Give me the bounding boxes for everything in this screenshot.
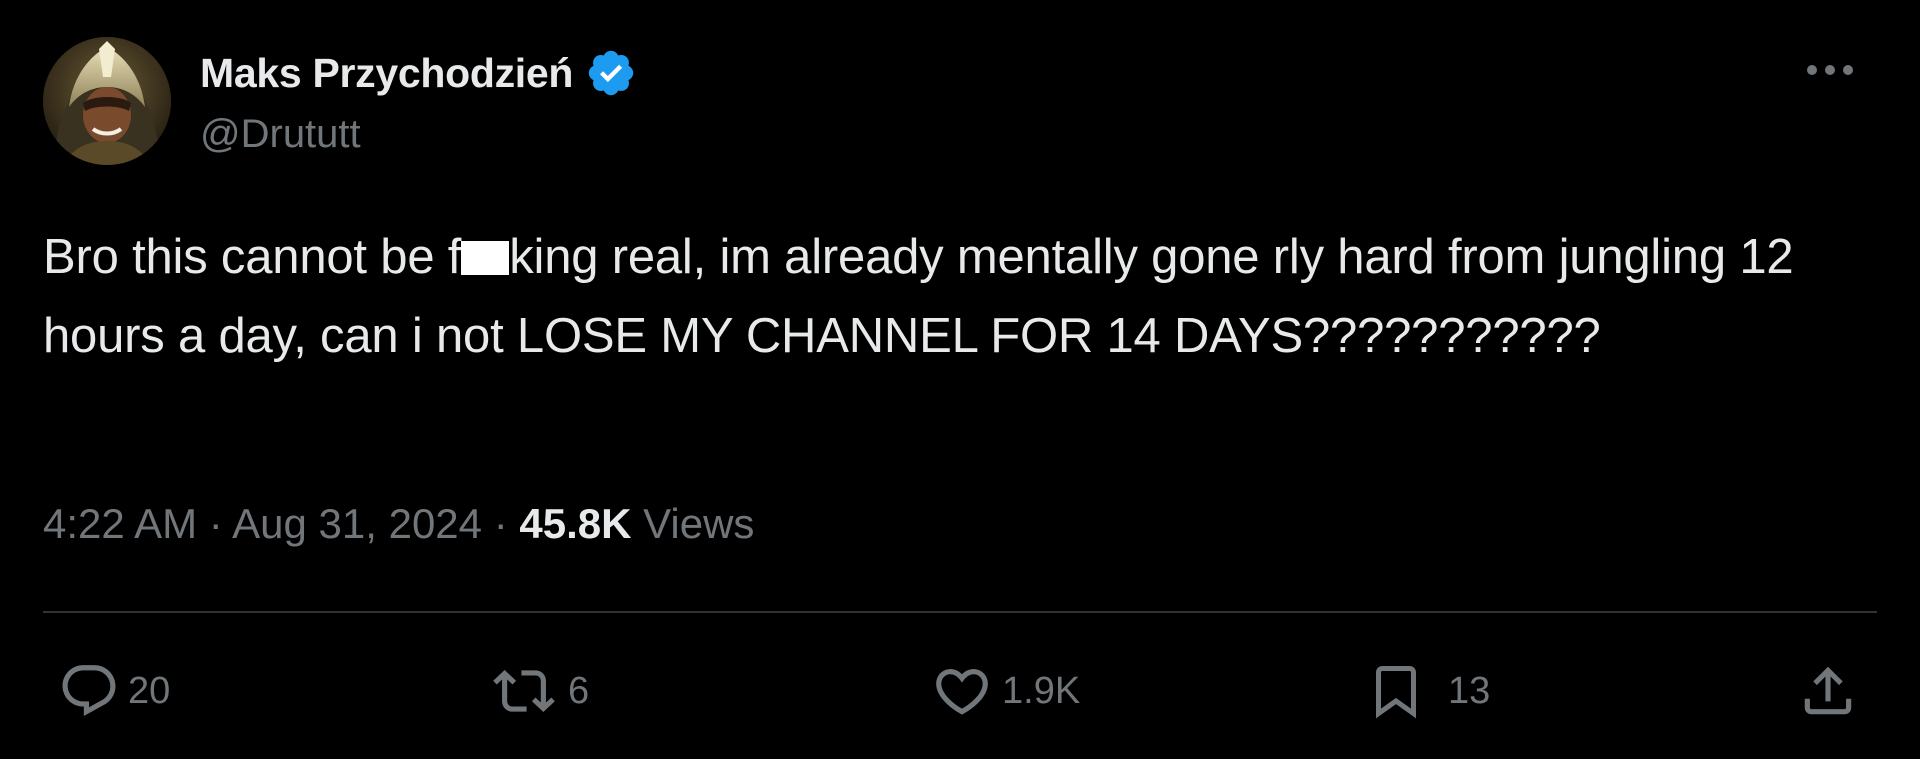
views-label: Views — [643, 500, 755, 547]
like-button[interactable]: 1.9K — [930, 660, 1080, 722]
heart-icon — [936, 669, 988, 715]
bookmark-icon — [1376, 666, 1416, 719]
author-avatar[interactable] — [43, 37, 171, 165]
tweet-meta: 4:22 AM · Aug 31, 2024 · 45.8K Views — [43, 500, 754, 548]
retweet-button[interactable]: 6 — [488, 660, 589, 722]
retweet-count: 6 — [568, 669, 590, 712]
more-options-button[interactable] — [1800, 50, 1860, 90]
reply-button[interactable]: 20 — [58, 660, 170, 722]
meta-separator: · — [493, 500, 508, 547]
avatar-image — [43, 37, 171, 165]
author-handle[interactable]: @Drututt — [200, 112, 361, 157]
retweet-icon — [493, 670, 555, 712]
divider — [43, 611, 1877, 613]
reply-icon — [62, 665, 116, 717]
redaction-block — [461, 241, 510, 275]
tweet-text: Bro this cannot be f king real, im alread… — [43, 218, 1843, 376]
share-icon — [1804, 666, 1852, 715]
author-name-row: Maks Przychodzień — [200, 44, 637, 102]
tweet-date[interactable]: Aug 31, 2024 — [232, 500, 482, 547]
views-count[interactable]: 45.8K — [519, 500, 631, 547]
reply-count: 20 — [128, 669, 171, 712]
verified-badge-icon[interactable] — [585, 47, 637, 99]
tweet: Maks Przychodzień @Drututt Bro this cann… — [0, 0, 1920, 759]
tweet-time[interactable]: 4:22 AM — [43, 500, 197, 547]
bookmark-button[interactable]: 13 — [1366, 660, 1490, 722]
share-button[interactable] — [1797, 660, 1859, 722]
tweet-text-part-1: Bro this cannot be f — [43, 230, 462, 284]
bookmark-count: 13 — [1448, 669, 1491, 712]
meta-separator: · — [208, 500, 223, 547]
more-dots-icon — [1807, 65, 1853, 75]
author-display-name[interactable]: Maks Przychodzień — [200, 50, 573, 97]
like-count: 1.9K — [1002, 669, 1081, 712]
